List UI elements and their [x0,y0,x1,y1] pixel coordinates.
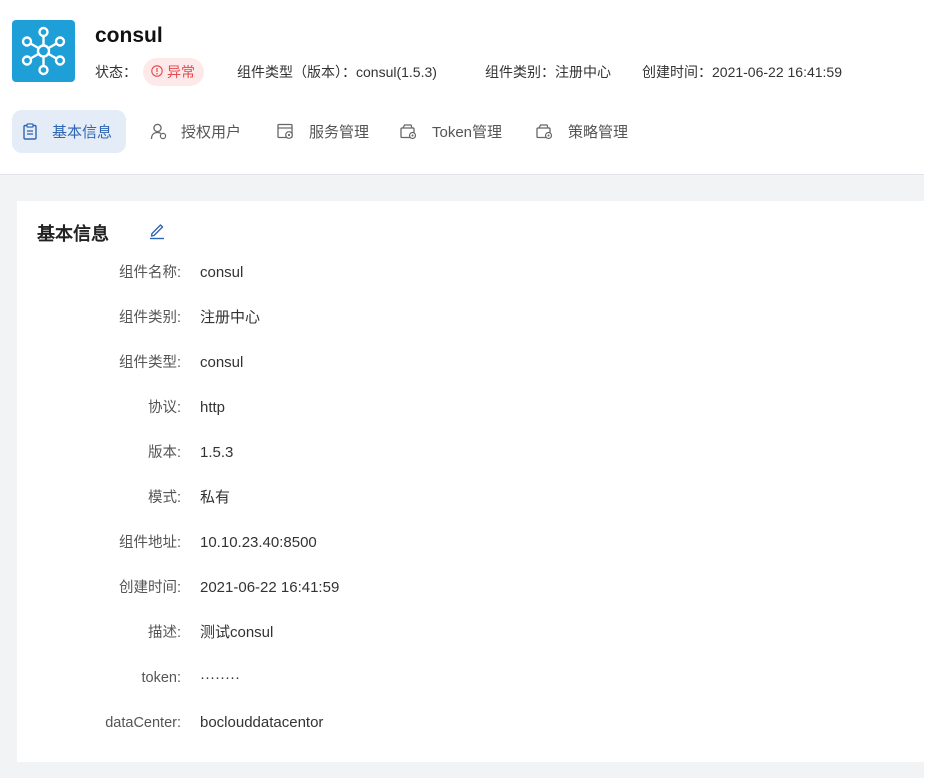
edit-icon[interactable] [148,220,166,240]
field-value: 注册中心 [200,309,261,326]
field-label: 组件类型: [118,355,181,371]
field-protocol: 协议: http [17,397,617,419]
field-token: token: ········ [17,667,617,689]
status-label: 状态： [95,64,137,80]
network-nodes-icon [12,20,75,82]
field-value: 测试consul [200,624,274,641]
field-label: 描述: [147,625,181,641]
field-label: 创建时间: [118,580,181,596]
tab-label: 授权用户 [181,124,242,141]
field-value: 10.10.23.40:8500 [200,534,317,551]
field-label: dataCenter: [105,715,181,731]
tab-label: Token管理 [432,124,503,141]
user-icon [150,123,167,140]
tab-basic-info[interactable]: 基本信息 [12,110,126,153]
field-value: consul [200,264,244,281]
status-badge: 异常 [143,58,204,86]
component-category-info: 组件类别：注册中心 [485,64,611,80]
created-time-info: 创建时间：2021-06-22 16:41:59 [642,64,842,80]
field-label: token: [141,670,182,686]
policy-icon [536,123,554,140]
tab-authorized-users[interactable]: 授权用户 [150,110,241,153]
field-value: http [200,399,226,416]
tab-service-management[interactable]: 服务管理 [277,110,369,153]
field-mode: 模式: 私有 [17,487,617,509]
basic-info-card: 基本信息 组件名称: consul 组件类别: 注册中心 组件类型: consu… [17,201,924,762]
component-title: consul [95,24,163,47]
field-label: 组件名称: [118,265,181,281]
field-component-category: 组件类别: 注册中心 [17,307,617,329]
card-title: 基本信息 [37,224,109,244]
field-value: 2021-06-22 16:41:59 [200,579,340,596]
tab-label: 基本信息 [52,124,113,141]
tab-label: 服务管理 [309,124,370,141]
field-label: 组件类别: [118,310,181,326]
field-label: 协议: [147,400,181,416]
field-value: ········ [200,669,240,686]
field-label: 模式: [147,490,181,506]
field-component-address: 组件地址: 10.10.23.40:8500 [17,532,617,554]
field-label: 组件地址: [118,535,181,551]
field-value: boclouddatacentor [200,714,324,731]
component-header: consul 状态： 异常 组件类型（版本）：consul(1.5.3) 组件类… [0,0,924,174]
field-version: 版本: 1.5.3 [17,442,617,464]
status-value: 异常 [167,64,195,80]
field-label: 版本: [147,445,181,461]
token-icon [400,123,418,140]
field-value: 1.5.3 [200,444,234,461]
component-meta: 状态： 异常 组件类型（版本）：consul(1.5.3) 组件类别：注册中心 … [95,58,895,86]
field-description: 描述: 测试consul [17,622,617,644]
service-icon [277,123,295,140]
field-value: consul [200,354,244,371]
tab-policy-management[interactable]: 策略管理 [536,110,628,153]
field-created-time: 创建时间: 2021-06-22 16:41:59 [17,577,617,599]
field-datacenter: dataCenter: boclouddatacentor [17,712,617,734]
field-component-name: 组件名称: consul [17,262,617,284]
alert-circle-icon [151,58,163,86]
field-component-type: 组件类型: consul [17,352,617,374]
tab-token-management[interactable]: Token管理 [400,110,502,153]
tab-label: 策略管理 [568,124,629,141]
clipboard-icon [22,123,38,140]
component-type-info: 组件类型（版本）：consul(1.5.3) [237,64,437,80]
field-value: 私有 [200,489,231,506]
